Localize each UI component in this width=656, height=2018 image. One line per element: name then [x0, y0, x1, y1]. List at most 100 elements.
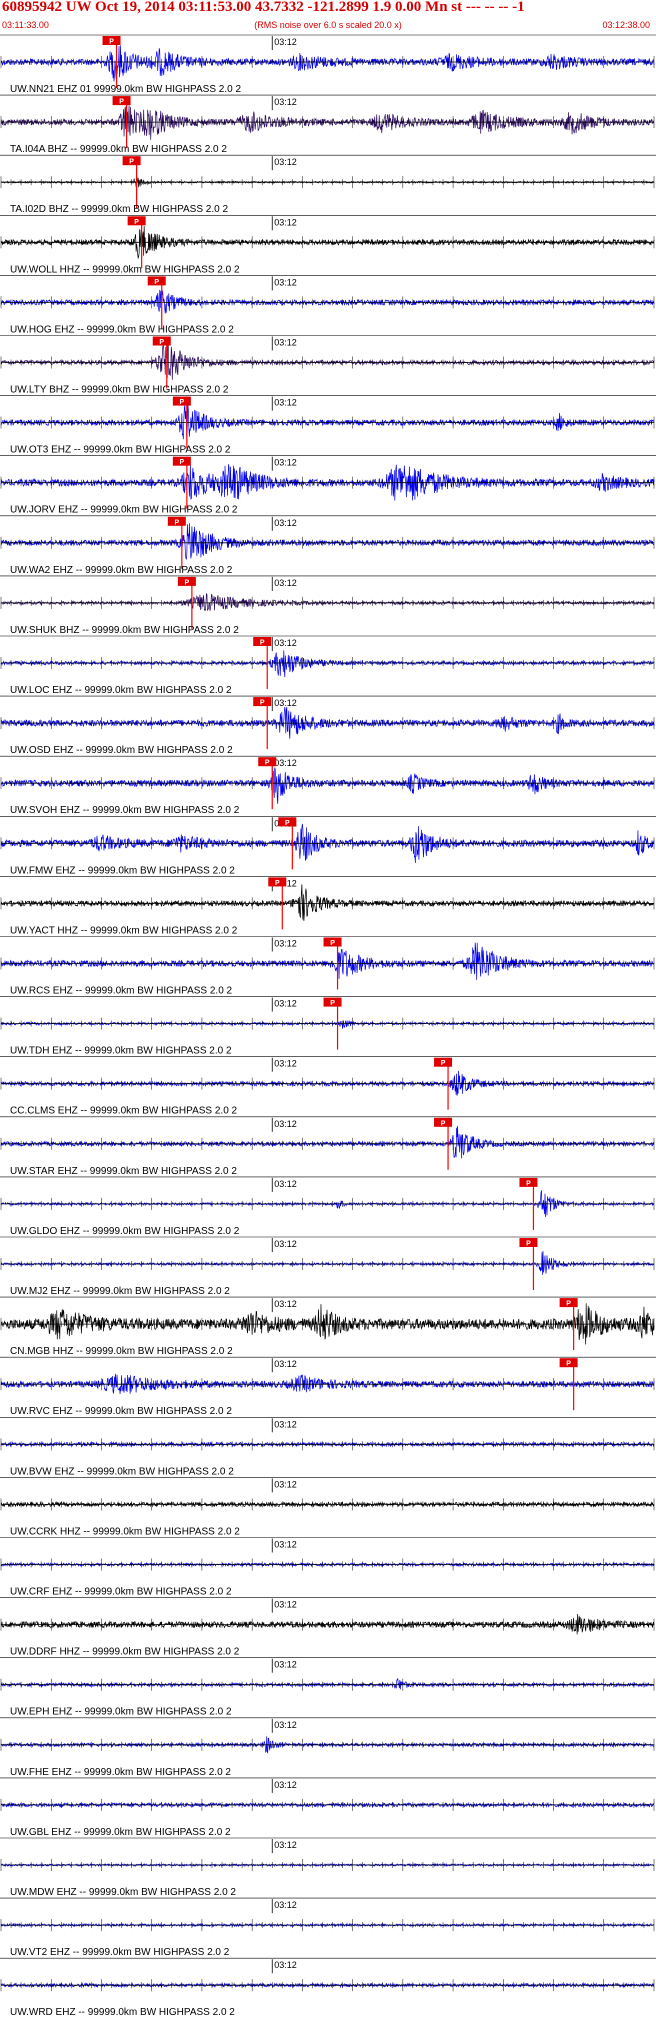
minute-tick-label: 03:12	[274, 458, 297, 468]
pick-label: P	[154, 279, 159, 286]
pick-label: P	[526, 1180, 531, 1187]
minute-tick-label: 03:12	[274, 1780, 297, 1790]
station-label: UW.SVOH EHZ -- 99999.0km BW HIGHPASS 2.0…	[10, 805, 240, 816]
minute-tick-label: 03:12	[274, 1059, 297, 1069]
station-label: UW.JORV EHZ -- 99999.0km BW HIGHPASS 2.0…	[10, 505, 238, 516]
waveform-trace	[0, 1251, 655, 1275]
minute-tick-label: 03:12	[274, 1600, 297, 1610]
pick-label: P	[180, 459, 185, 466]
station-label: UW.OSD EHZ -- 99999.0km BW HIGHPASS 2.0 …	[10, 745, 233, 756]
waveform-trace	[0, 45, 655, 82]
waveform-trace	[0, 942, 655, 980]
waveform-trace	[0, 225, 655, 260]
pick-label: P	[275, 880, 280, 887]
pick-label: P	[566, 1361, 571, 1368]
pick-label: P	[174, 519, 179, 526]
minute-tick-label: 03:12	[274, 758, 297, 768]
pick-label: P	[566, 1301, 571, 1308]
minute-tick-label: 03:12	[274, 277, 297, 287]
minute-tick-label: 03:12	[274, 37, 297, 47]
minute-tick-label: 03:12	[274, 1660, 297, 1670]
station-label: UW.SHUK BHZ -- 99999.0km BW HIGHPASS 2.0…	[10, 625, 239, 636]
pick-label: P	[330, 940, 335, 947]
pick-label: P	[129, 159, 134, 166]
scaling-note: (RMS noise over 6.0 s scaled 20.0 x)	[254, 20, 402, 30]
waveform-trace	[0, 767, 655, 804]
end-time-label: 03:12:38.00	[602, 20, 650, 30]
station-label: UW.EPH EHZ -- 99999.0km BW HIGHPASS 2.0 …	[10, 1707, 232, 1718]
minute-tick-label: 03:12	[274, 638, 297, 648]
minute-tick-label: 03:12	[274, 1479, 297, 1489]
pick-label: P	[159, 339, 164, 346]
pick-label: P	[285, 820, 290, 827]
waveform-trace	[0, 341, 655, 380]
minute-tick-label: 03:12	[274, 97, 297, 107]
station-label: UW.NN21 EHZ 01 99999.0km BW HIGHPASS 2.0…	[10, 84, 241, 95]
station-label: UW.GBL EHZ -- 99999.0km BW HIGHPASS 2.0 …	[10, 1827, 231, 1838]
minute-tick-label: 03:12	[274, 939, 297, 949]
event-title: 60895942 UW Oct 19, 2014 03:11:53.00 43.…	[2, 0, 525, 15]
waveform-trace	[0, 1070, 655, 1096]
station-label: UW.WA2 EHZ -- 99999.0km BW HIGHPASS 2.0 …	[10, 565, 233, 576]
station-label: UW.WRD EHZ -- 99999.0km BW HIGHPASS 2.0 …	[10, 2007, 235, 2018]
station-label: TA.I04A BHZ -- 99999.0km BW HIGHPASS 2.0…	[10, 144, 227, 155]
minute-tick-label: 03:12	[274, 1960, 297, 1970]
station-label: UW.LTY BHZ -- 99999.0km BW HIGHPASS 2.0 …	[10, 385, 229, 396]
minute-tick-label: 03:12	[274, 157, 297, 167]
station-label: TA.I02D BHZ -- 99999.0km BW HIGHPASS 2.0…	[10, 204, 228, 215]
pick-label: P	[441, 1060, 446, 1067]
minute-tick-label: 03:12	[274, 217, 297, 227]
minute-tick-label: 03:12	[274, 1359, 297, 1369]
station-label: UW.LOC EHZ -- 99999.0km BW HIGHPASS 2.0 …	[10, 685, 232, 696]
plot-header: 60895942 UW Oct 19, 2014 03:11:53.00 43.…	[0, 0, 656, 34]
station-label: UW.FMW EHZ -- 99999.0km BW HIGHPASS 2.0 …	[10, 865, 235, 876]
pick-label: P	[134, 219, 139, 226]
pick-label: P	[109, 39, 114, 46]
station-label: UW.OT3 EHZ -- 99999.0km BW HIGHPASS 2.0 …	[10, 445, 231, 456]
station-label: UW.RCS EHZ -- 99999.0km BW HIGHPASS 2.0 …	[10, 986, 233, 997]
minute-tick-label: 03:12	[274, 518, 297, 528]
pick-label: P	[260, 700, 265, 707]
station-label: UW.HOG EHZ -- 99999.0km BW HIGHPASS 2.0 …	[10, 324, 234, 335]
minute-tick-label: 03:12	[274, 1720, 297, 1730]
minute-tick-label: 03:12	[274, 999, 297, 1009]
pick-label: P	[180, 399, 185, 406]
station-label: CC.CLMS EHZ -- 99999.0km BW HIGHPASS 2.0…	[10, 1106, 238, 1117]
station-label: UW.MJ2 EHZ -- 99999.0km BW HIGHPASS 2.0 …	[10, 1286, 230, 1297]
minute-tick-label: 03:12	[274, 1179, 297, 1189]
pick-label: P	[185, 579, 190, 586]
station-label: UW.RVC EHZ -- 99999.0km BW HIGHPASS 2.0 …	[10, 1406, 232, 1417]
minute-tick-label: 03:12	[274, 1419, 297, 1429]
station-label: UW.GLDO EHZ -- 99999.0km BW HIGHPASS 2.0…	[10, 1226, 240, 1237]
minute-tick-label: 03:12	[274, 398, 297, 408]
seismogram-plot: 03:12 P UW.NN21 EHZ 01 99999.0km BW HIGHPA…	[0, 34, 656, 2018]
pick-label: P	[260, 640, 265, 647]
waveform-trace	[0, 105, 655, 140]
station-label: UW.BVW EHZ -- 99999.0km BW HIGHPASS 2.0 …	[10, 1466, 234, 1477]
minute-tick-label: 03:12	[274, 338, 297, 348]
minute-tick-label: 03:12	[274, 1900, 297, 1910]
pick-label: P	[441, 1120, 446, 1127]
station-label: UW.MDW EHZ -- 99999.0km BW HIGHPASS 2.0 …	[10, 1887, 236, 1898]
station-label: UW.DDRF HHZ -- 99999.0km BW HIGHPASS 2.0…	[10, 1647, 240, 1658]
waveform-trace	[0, 1678, 655, 1690]
pick-label: P	[330, 1000, 335, 1007]
waveform-trace	[0, 175, 655, 188]
waveform-trace	[0, 884, 655, 921]
waveform-trace	[0, 650, 655, 678]
waveform-trace	[0, 523, 655, 560]
station-label: UW.CRF EHZ -- 99999.0km BW HIGHPASS 2.0 …	[10, 1587, 232, 1598]
station-label: UW.VT2 EHZ -- 99999.0km BW HIGHPASS 2.0 …	[10, 1947, 230, 1958]
waveform-trace	[0, 404, 655, 444]
waveform-trace	[0, 1125, 655, 1159]
waveform-trace	[0, 1020, 655, 1029]
pick-label: P	[526, 1241, 531, 1248]
minute-tick-label: 03:12	[274, 1239, 297, 1249]
station-label: CN.MGB HHZ -- 99999.0km BW HIGHPASS 2.0 …	[10, 1346, 233, 1357]
waveform-trace	[0, 593, 655, 612]
station-label: UW.CCRK HHZ -- 99999.0km BW HIGHPASS 2.0…	[10, 1526, 240, 1537]
pick-label: P	[265, 760, 270, 767]
pick-label: P	[119, 99, 124, 106]
minute-tick-label: 03:12	[274, 1299, 297, 1309]
station-label: UW.YACT HHZ -- 99999.0km BW HIGHPASS 2.0…	[10, 925, 238, 936]
